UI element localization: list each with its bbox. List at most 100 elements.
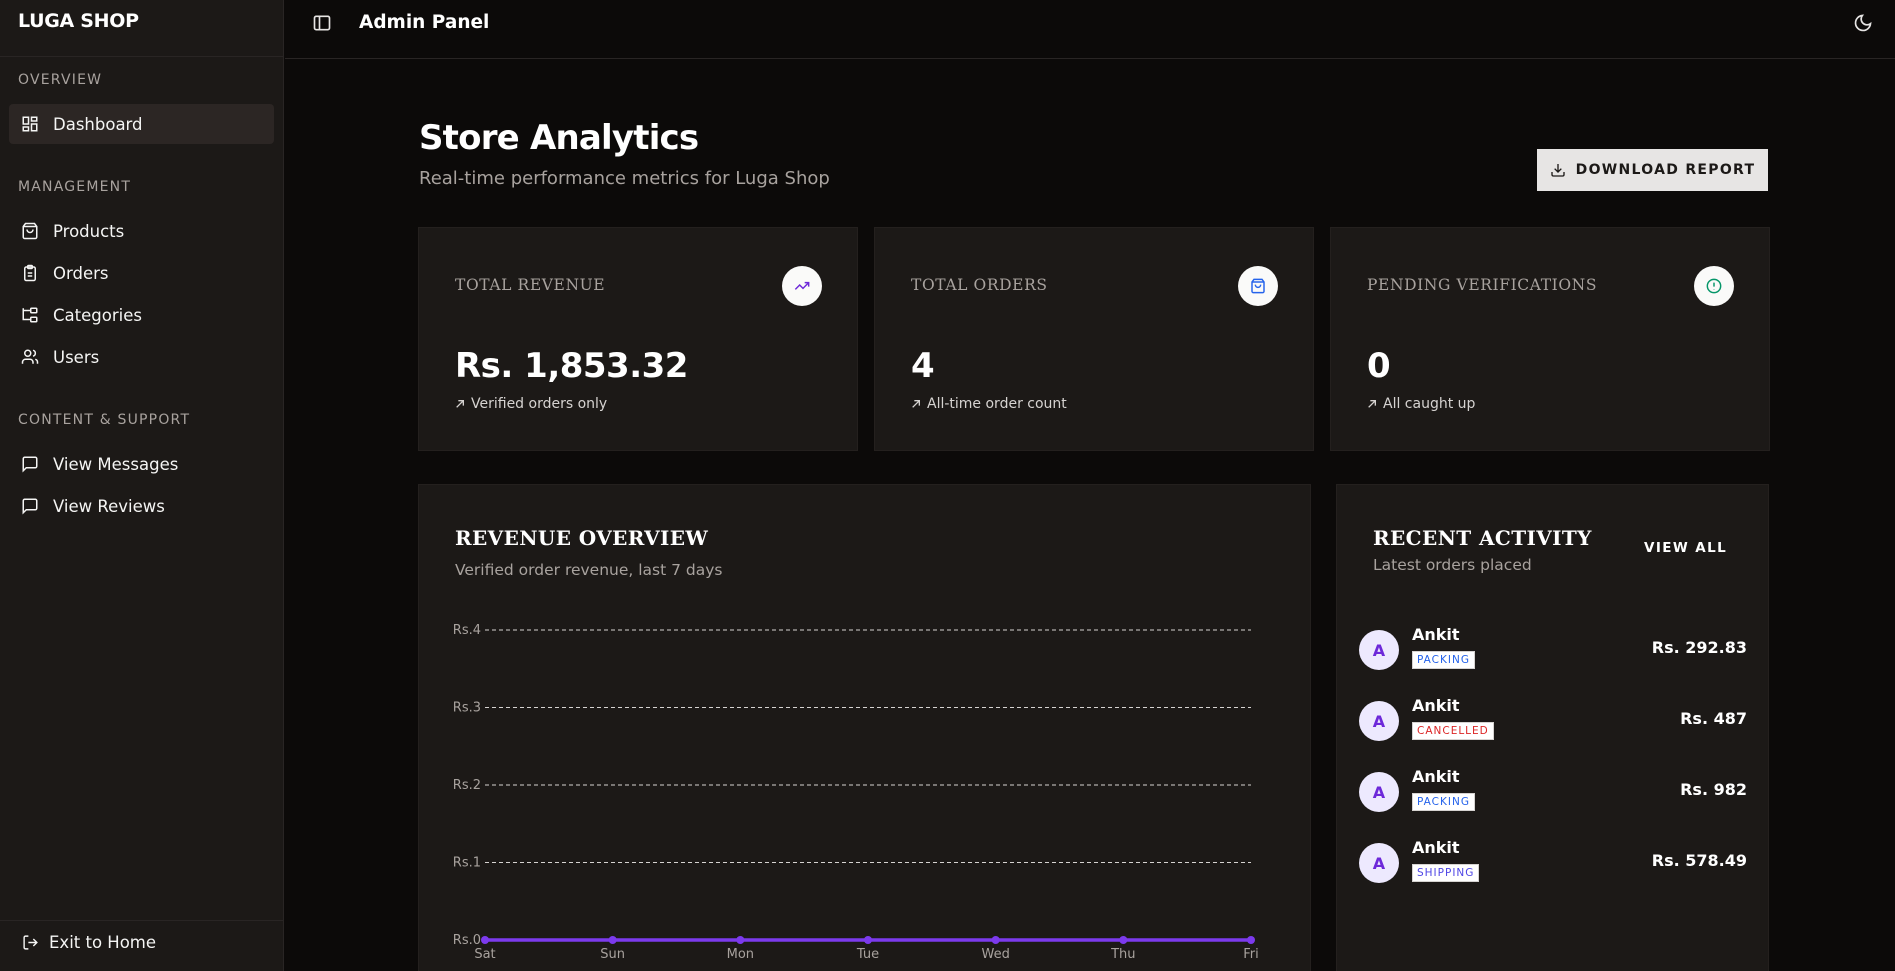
activity-amount: Rs. 982 — [1680, 780, 1747, 799]
alert-circle-icon — [1706, 278, 1722, 294]
trending-up-icon — [794, 281, 810, 290]
y-tick-label: Rs.2 — [453, 778, 481, 793]
sidebar-item-label: Orders — [53, 263, 109, 283]
nav-group-content-support: CONTENT & SUPPORT — [18, 412, 191, 428]
status-badge: PACKING — [1412, 651, 1475, 669]
shopping-bag-icon — [22, 222, 38, 240]
revenue-data-point[interactable] — [991, 936, 1000, 944]
stat-value: Rs. 1,853.32 — [455, 346, 688, 386]
stat-value: 0 — [1367, 346, 1391, 386]
exit-to-home-link[interactable]: Exit to Home — [22, 933, 156, 952]
revenue-data-point[interactable] — [1247, 936, 1255, 944]
stat-note: All caught up — [1367, 396, 1475, 412]
x-tick-label: Sat — [474, 947, 495, 962]
sidebar-item-products[interactable]: Products — [9, 211, 274, 251]
exit-icon — [23, 935, 38, 950]
avatar: A — [1359, 843, 1399, 883]
activity-customer-name: Ankit — [1412, 767, 1460, 786]
stat-label: TOTAL REVENUE — [455, 276, 606, 294]
users-icon — [21, 349, 39, 364]
page-subtitle: Real-time performance metrics for Luga S… — [419, 168, 830, 189]
x-tick-label: Tue — [856, 947, 879, 962]
sidebar-item-label: Users — [53, 347, 100, 367]
sidebar-item-view-reviews[interactable]: View Reviews — [9, 486, 274, 526]
activity-customer-name: Ankit — [1412, 838, 1460, 857]
sidebar-item-view-messages[interactable]: View Messages — [9, 444, 274, 484]
stat-card-total-orders: TOTAL ORDERS 4 All-time order count — [874, 227, 1314, 451]
avatar: A — [1359, 701, 1399, 741]
avatar: A — [1359, 772, 1399, 812]
stat-note-text: All caught up — [1383, 396, 1476, 412]
topbar: Admin Panel — [285, 0, 1895, 59]
sidebar-item-label: View Reviews — [53, 496, 165, 516]
stat-icon-wrapper — [1694, 266, 1734, 306]
sidebar-item-label: Products — [53, 221, 125, 241]
avatar: A — [1359, 630, 1399, 670]
view-all-button[interactable]: VIEW ALL — [1644, 540, 1727, 556]
page-title: Store Analytics — [419, 118, 699, 158]
revenue-data-point[interactable] — [1119, 936, 1128, 944]
sidebar-footer: Exit to Home — [0, 920, 284, 971]
y-tick-label: Rs.0 — [453, 933, 481, 948]
x-tick-label: Sun — [600, 947, 625, 962]
stat-card-pending-verifications: PENDING VERIFICATIONS 0 All caught up — [1330, 227, 1770, 451]
clipboard-icon — [24, 264, 36, 282]
exit-label: Exit to Home — [49, 933, 157, 952]
nav-group-overview: OVERVIEW — [18, 72, 103, 88]
activity-customer-name: Ankit — [1412, 625, 1460, 644]
stat-note-text: Verified orders only — [471, 396, 608, 412]
nav-group-management: MANAGEMENT — [18, 179, 132, 195]
activity-row[interactable]: A Ankit CANCELLED Rs. 487 — [1359, 696, 1747, 746]
stat-note: All-time order count — [911, 396, 1067, 412]
brand-logo[interactable]: LUGA SHOP — [0, 0, 283, 57]
sidebar-item-orders[interactable]: Orders — [9, 253, 274, 293]
sidebar-item-label: Categories — [53, 305, 142, 325]
stat-icon-wrapper — [1238, 266, 1278, 306]
status-badge: SHIPPING — [1412, 864, 1480, 882]
download-report-label: DOWNLOAD REPORT — [1575, 162, 1756, 178]
status-badge: PACKING — [1412, 793, 1475, 811]
revenue-data-point[interactable] — [608, 936, 617, 944]
activity-amount: Rs. 578.49 — [1651, 851, 1747, 870]
stat-card-total-revenue: TOTAL REVENUE Rs. 1,853.32 Verified orde… — [418, 227, 858, 451]
recent-activity-subtitle: Latest orders placed — [1373, 556, 1532, 574]
sidebar-item-dashboard[interactable]: Dashboard — [9, 104, 274, 144]
shopping-bag-icon — [1251, 278, 1265, 294]
arrow-up-right-icon — [912, 400, 920, 408]
moon-icon[interactable] — [1853, 13, 1873, 33]
stat-note-text: All-time order count — [927, 396, 1067, 412]
stat-note: Verified orders only — [455, 396, 607, 412]
sidebar-item-categories[interactable]: Categories — [9, 295, 274, 335]
sidebar-toggle-icon[interactable] — [312, 13, 332, 33]
arrow-up-right-icon — [1368, 400, 1376, 408]
y-tick-label: Rs.1 — [453, 856, 481, 871]
revenue-overview-card: REVENUE OVERVIEW Verified order revenue,… — [418, 484, 1311, 971]
message-icon — [22, 456, 38, 473]
activity-row[interactable]: A Ankit PACKING Rs. 982 — [1359, 767, 1747, 817]
revenue-data-point[interactable] — [736, 936, 745, 944]
topbar-title: Admin Panel — [359, 12, 490, 33]
folder-tree-icon — [22, 307, 38, 323]
arrow-up-right-icon — [456, 400, 464, 408]
activity-row[interactable]: A Ankit SHIPPING Rs. 578.49 — [1359, 838, 1747, 888]
stat-icon-wrapper — [782, 266, 822, 306]
activity-row[interactable]: A Ankit PACKING Rs. 292.83 — [1359, 625, 1747, 675]
stat-value: 4 — [911, 346, 935, 386]
y-tick-label: Rs.3 — [453, 701, 481, 716]
sidebar-item-users[interactable]: Users — [9, 337, 274, 377]
x-tick-label: Wed — [981, 947, 1009, 962]
download-report-button[interactable]: DOWNLOAD REPORT — [1537, 149, 1768, 191]
x-tick-label: Thu — [1110, 947, 1135, 962]
recent-activity-title: RECENT ACTIVITY — [1373, 526, 1592, 550]
x-tick-label: Fri — [1243, 947, 1259, 962]
stat-label: PENDING VERIFICATIONS — [1367, 276, 1598, 294]
x-tick-label: Mon — [727, 947, 754, 962]
revenue-data-point[interactable] — [864, 936, 872, 944]
sidebar: LUGA SHOP OVERVIEW Dashboard MANAGEMENT … — [0, 0, 284, 971]
sidebar-item-label: View Messages — [53, 454, 179, 474]
activity-customer-name: Ankit — [1412, 696, 1460, 715]
revenue-line-chart: Rs.0 Rs.1 Rs.2 Rs.3 Rs.4 Sat Sun Mon Tue Wed Thu Fr… — [453, 623, 1259, 962]
activity-amount: Rs. 487 — [1680, 709, 1747, 728]
activity-amount: Rs. 292.83 — [1651, 638, 1747, 657]
revenue-data-point[interactable] — [481, 936, 489, 944]
